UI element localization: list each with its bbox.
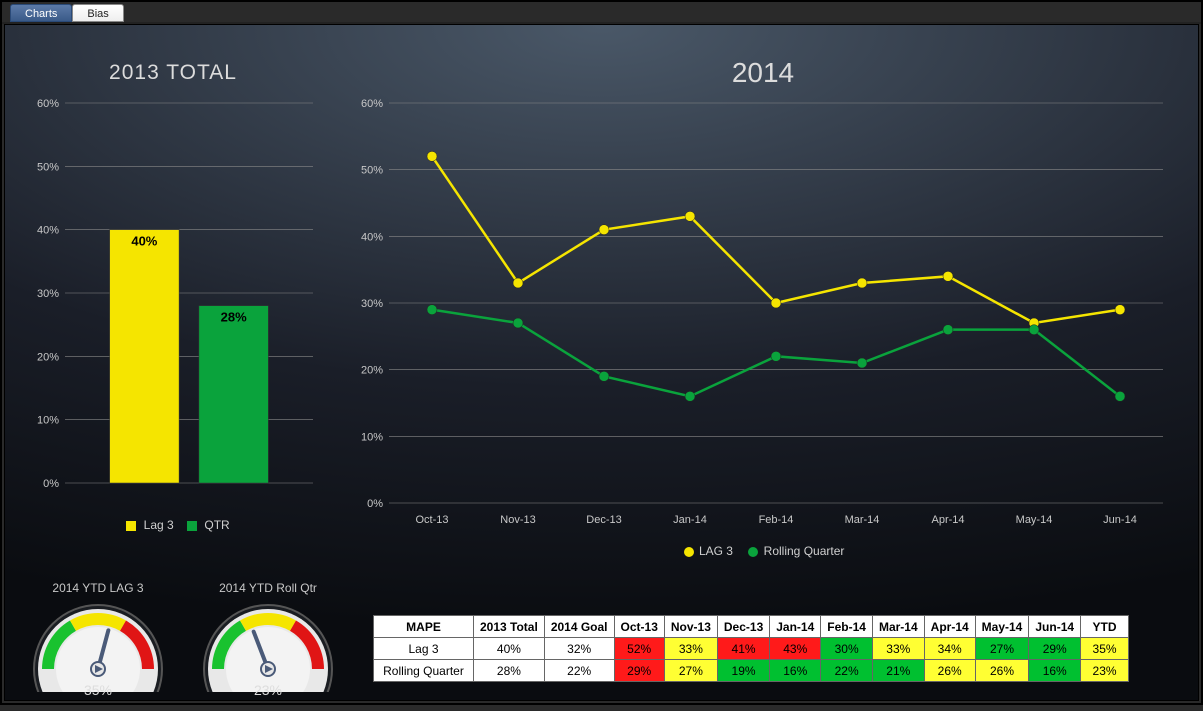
gauge-rq-svg (198, 597, 338, 692)
svg-text:60%: 60% (37, 98, 59, 110)
svg-text:30%: 30% (361, 298, 383, 310)
svg-text:0%: 0% (367, 498, 383, 510)
table-cell: 30% (821, 638, 873, 660)
table-header: Feb-14 (821, 616, 873, 638)
table-header: Oct-13 (614, 616, 664, 638)
svg-text:Mar-14: Mar-14 (845, 514, 880, 526)
table-cell: 21% (872, 660, 924, 682)
table-row: Lag 340%32%52%33%41%43%30%33%34%27%29%35… (374, 638, 1129, 660)
table-row: Rolling Quarter28%22%29%27%19%16%22%21%2… (374, 660, 1129, 682)
svg-text:Jun-14: Jun-14 (1103, 514, 1137, 526)
bar-chart-legend: Lag 3 QTR (23, 518, 323, 532)
svg-text:Dec-13: Dec-13 (586, 514, 621, 526)
table-cell: 29% (614, 660, 664, 682)
dashboard-content: 2013 TOTAL 0%10%20%30%40%50%60%40%28% La… (4, 24, 1199, 701)
tab-bar: Charts Bias (2, 2, 1201, 24)
svg-text:60%: 60% (361, 98, 383, 110)
svg-text:Nov-13: Nov-13 (500, 514, 535, 526)
table-cell: 19% (717, 660, 769, 682)
svg-text:50%: 50% (37, 161, 59, 173)
table-header: Dec-13 (717, 616, 769, 638)
bar-chart-title: 2013 TOTAL (23, 61, 323, 85)
table-cell: 22% (544, 660, 614, 682)
svg-text:Jan-14: Jan-14 (673, 514, 707, 526)
gauge-rq: 2014 YTD Roll Qtr 23% (193, 581, 343, 711)
svg-text:40%: 40% (361, 231, 383, 243)
table-row-label: Lag 3 (374, 638, 474, 660)
table-cell: 22% (821, 660, 873, 682)
table-cell: 43% (770, 638, 821, 660)
table-header: Jan-14 (770, 616, 821, 638)
svg-text:40%: 40% (37, 225, 59, 237)
table-cell: 16% (1029, 660, 1081, 682)
legend-label-rq-line: Rolling Quarter (764, 544, 845, 558)
gauge-lag3-svg (28, 597, 168, 692)
table-cell: 40% (474, 638, 545, 660)
gauge-lag3-label: 2014 YTD LAG 3 (23, 581, 173, 595)
line-chart-title: 2014 (343, 57, 1183, 89)
svg-text:0%: 0% (43, 478, 59, 490)
svg-text:50%: 50% (361, 165, 383, 177)
table-cell: 32% (544, 638, 614, 660)
line-chart-2014: 2014 0% 10% 20% 30% 40% 50% 60% Oct-13 Nov-13 Dec… (343, 57, 1183, 577)
table-cell: 33% (872, 638, 924, 660)
bar-chart-svg: 0% 10% 20% 30% 40% 50% 60% 40% 28% (23, 93, 323, 513)
table-cell: 27% (975, 638, 1029, 660)
table-cell: 23% (1081, 660, 1129, 682)
table-cell: 52% (614, 638, 664, 660)
table-row-label: Rolling Quarter (374, 660, 474, 682)
legend-swatch-lag3 (126, 521, 136, 531)
legend-swatch-qtr (187, 521, 197, 531)
table-cell: 41% (717, 638, 769, 660)
mape-table: MAPE2013 Total2014 GoalOct-13Nov-13Dec-1… (373, 615, 1129, 682)
table-header: Nov-13 (664, 616, 717, 638)
svg-text:10%: 10% (37, 415, 59, 427)
svg-text:20%: 20% (37, 351, 59, 363)
gauge-row: 2014 YTD LAG 3 35% 2014 YTD Roll Qtr 23% (23, 581, 343, 711)
table-header: 2013 Total (474, 616, 545, 638)
svg-text:Feb-14: Feb-14 (759, 514, 794, 526)
gauge-lag3: 2014 YTD LAG 3 35% (23, 581, 173, 711)
table-header: 2014 Goal (544, 616, 614, 638)
gauge-rq-label: 2014 YTD Roll Qtr (193, 581, 343, 595)
svg-text:30%: 30% (37, 288, 59, 300)
table-cell: 26% (924, 660, 975, 682)
svg-text:20%: 20% (361, 365, 383, 377)
svg-text:40%: 40% (131, 234, 157, 249)
legend-label-lag3: Lag 3 (144, 518, 174, 532)
table-header: Jun-14 (1029, 616, 1081, 638)
svg-text:Oct-13: Oct-13 (415, 514, 448, 526)
legend-label-lag3-line: LAG 3 (699, 544, 733, 558)
svg-text:10%: 10% (361, 431, 383, 443)
table-cell: 28% (474, 660, 545, 682)
table-cell: 29% (1029, 638, 1081, 660)
table-cell: 33% (664, 638, 717, 660)
legend-marker-lag3-icon (682, 546, 696, 558)
line-chart-svg: 0% 10% 20% 30% 40% 50% 60% Oct-13 Nov-13 Dec-13 Ja… (343, 93, 1183, 533)
table-header: Mar-14 (872, 616, 924, 638)
tab-bias[interactable]: Bias (72, 4, 123, 22)
table-header: Apr-14 (924, 616, 975, 638)
legend-marker-rq-icon (746, 546, 760, 558)
svg-text:Apr-14: Apr-14 (931, 514, 964, 526)
bar-chart-2013-total: 2013 TOTAL 0% 10% 20% 30% 40% 50% 60% 40% 28% La… (23, 61, 323, 571)
svg-text:28%: 28% (221, 310, 247, 325)
table-cell: 27% (664, 660, 717, 682)
table-cell: 16% (770, 660, 821, 682)
line-chart-legend: LAG 3 Rolling Quarter (343, 544, 1183, 558)
table-cell: 35% (1081, 638, 1129, 660)
tab-charts[interactable]: Charts (10, 4, 72, 22)
table-header: YTD (1081, 616, 1129, 638)
app-frame: Charts Bias 2013 TOTAL 0% 10% 20% 30% 40% 50%… (0, 0, 1203, 705)
table-header: MAPE (374, 616, 474, 638)
table-cell: 26% (975, 660, 1029, 682)
table-cell: 34% (924, 638, 975, 660)
table-header: May-14 (975, 616, 1029, 638)
svg-text:May-14: May-14 (1016, 514, 1053, 526)
legend-label-qtr: QTR (204, 518, 229, 532)
